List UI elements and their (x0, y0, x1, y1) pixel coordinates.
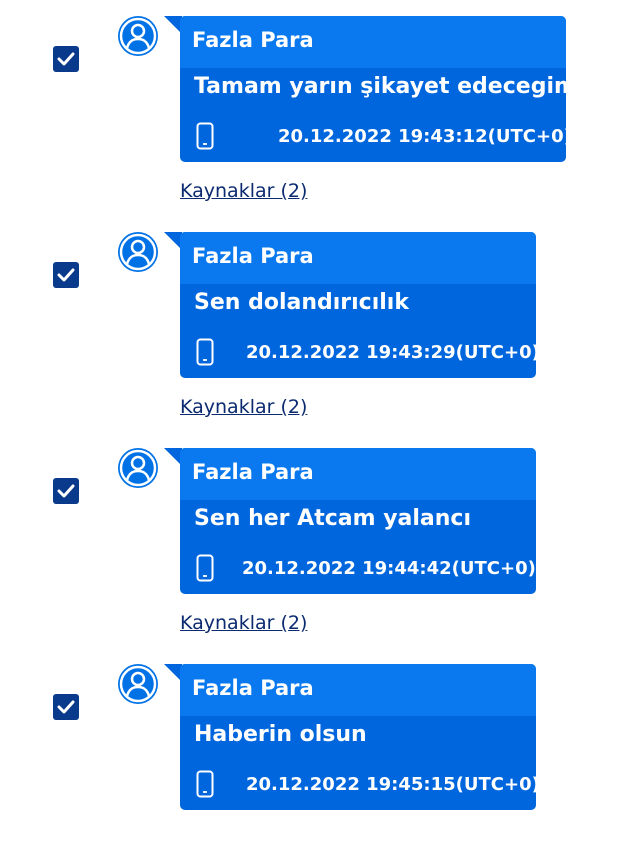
user-avatar-icon (118, 664, 158, 704)
message-timestamp: 20.12.2022 19:43:29(UTC+0) (246, 342, 540, 363)
sources-link[interactable]: Kaynaklar (2) (180, 396, 307, 418)
sender-name: Fazla Para (192, 28, 314, 52)
message-timestamp: 20.12.2022 19:43:12(UTC+0) (278, 126, 572, 147)
message-row: Fazla Para Haberin olsun 20.12.2022 19:4… (0, 648, 640, 864)
phone-icon (196, 122, 214, 150)
message-text: Sen dolandırıcılık (194, 290, 409, 315)
message-bubble: Fazla Para Tamam yarın şikayet edecegim … (164, 16, 577, 162)
sources-link[interactable]: Kaynaklar (2) (180, 612, 307, 634)
sender-name: Fazla Para (192, 676, 314, 700)
select-checkbox[interactable] (53, 262, 79, 288)
checkmark-icon (57, 268, 75, 282)
message-timestamp: 20.12.2022 19:45:15(UTC+0) (246, 774, 540, 795)
phone-icon (196, 770, 214, 798)
phone-icon (196, 338, 214, 366)
message-bubble: Fazla Para Sen dolandırıcılık 20.12.2022… (164, 232, 540, 378)
message-timestamp: 20.12.2022 19:44:42(UTC+0) (242, 558, 536, 579)
checkmark-icon (57, 700, 75, 714)
message-row: Fazla Para Tamam yarın şikayet edecegim … (0, 0, 640, 216)
message-text: Haberin olsun (194, 722, 367, 747)
message-text: Sen her Atcam yalancı (194, 506, 472, 531)
sources-link[interactable]: Kaynaklar (2) (180, 180, 307, 202)
user-avatar-icon (118, 232, 158, 272)
select-checkbox[interactable] (53, 46, 79, 72)
phone-icon (196, 554, 214, 582)
message-row: Fazla Para Sen dolandırıcılık 20.12.2022… (0, 216, 640, 432)
message-row: Fazla Para Sen her Atcam yalancı 20.12.2… (0, 432, 640, 648)
message-bubble: Fazla Para Sen her Atcam yalancı 20.12.2… (164, 448, 536, 594)
select-checkbox[interactable] (53, 694, 79, 720)
message-text: Tamam yarın şikayet edecegim (194, 74, 577, 99)
sender-name: Fazla Para (192, 244, 314, 268)
message-bubble: Fazla Para Haberin olsun 20.12.2022 19:4… (164, 664, 540, 810)
sender-name: Fazla Para (192, 460, 314, 484)
user-avatar-icon (118, 448, 158, 488)
select-checkbox[interactable] (53, 478, 79, 504)
checkmark-icon (57, 52, 75, 66)
checkmark-icon (57, 484, 75, 498)
user-avatar-icon (118, 16, 158, 56)
